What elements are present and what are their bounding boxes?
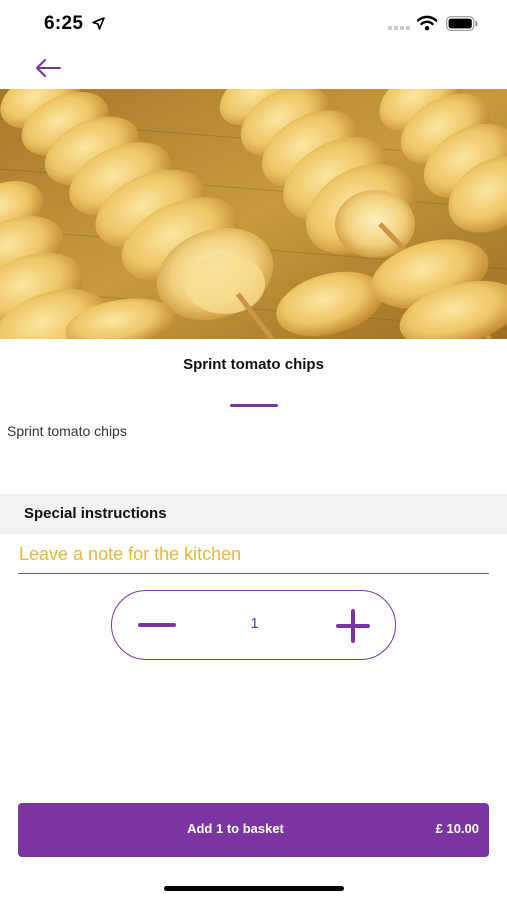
increase-quantity-button[interactable]: [330, 604, 376, 648]
battery-icon: [446, 16, 478, 31]
product-title: Sprint tomato chips: [183, 356, 324, 373]
arrow-left-icon: [36, 59, 61, 77]
status-time: 6:25: [44, 13, 84, 34]
back-button[interactable]: [30, 52, 66, 84]
wifi-icon: [417, 15, 437, 31]
cellular-signal-icon: [388, 26, 410, 30]
product-image: [0, 89, 507, 339]
quantity-stepper: 1: [111, 590, 396, 660]
location-arrow-icon: [92, 17, 105, 30]
add-to-basket-button[interactable]: Add 1 to basket £ 10.00: [18, 803, 489, 857]
add-to-basket-label: Add 1 to basket: [187, 821, 284, 836]
kitchen-note-input[interactable]: [18, 538, 489, 574]
status-bar: 6:25: [0, 0, 507, 48]
spiral-potato-chips-photo: [0, 89, 507, 339]
home-indicator[interactable]: [164, 886, 344, 891]
special-instructions-header: Special instructions: [0, 494, 507, 534]
basket-price: £ 10.00: [435, 821, 479, 836]
title-underline: [230, 404, 278, 407]
special-instructions-label: Special instructions: [24, 505, 167, 522]
product-description: Sprint tomato chips: [7, 423, 127, 439]
